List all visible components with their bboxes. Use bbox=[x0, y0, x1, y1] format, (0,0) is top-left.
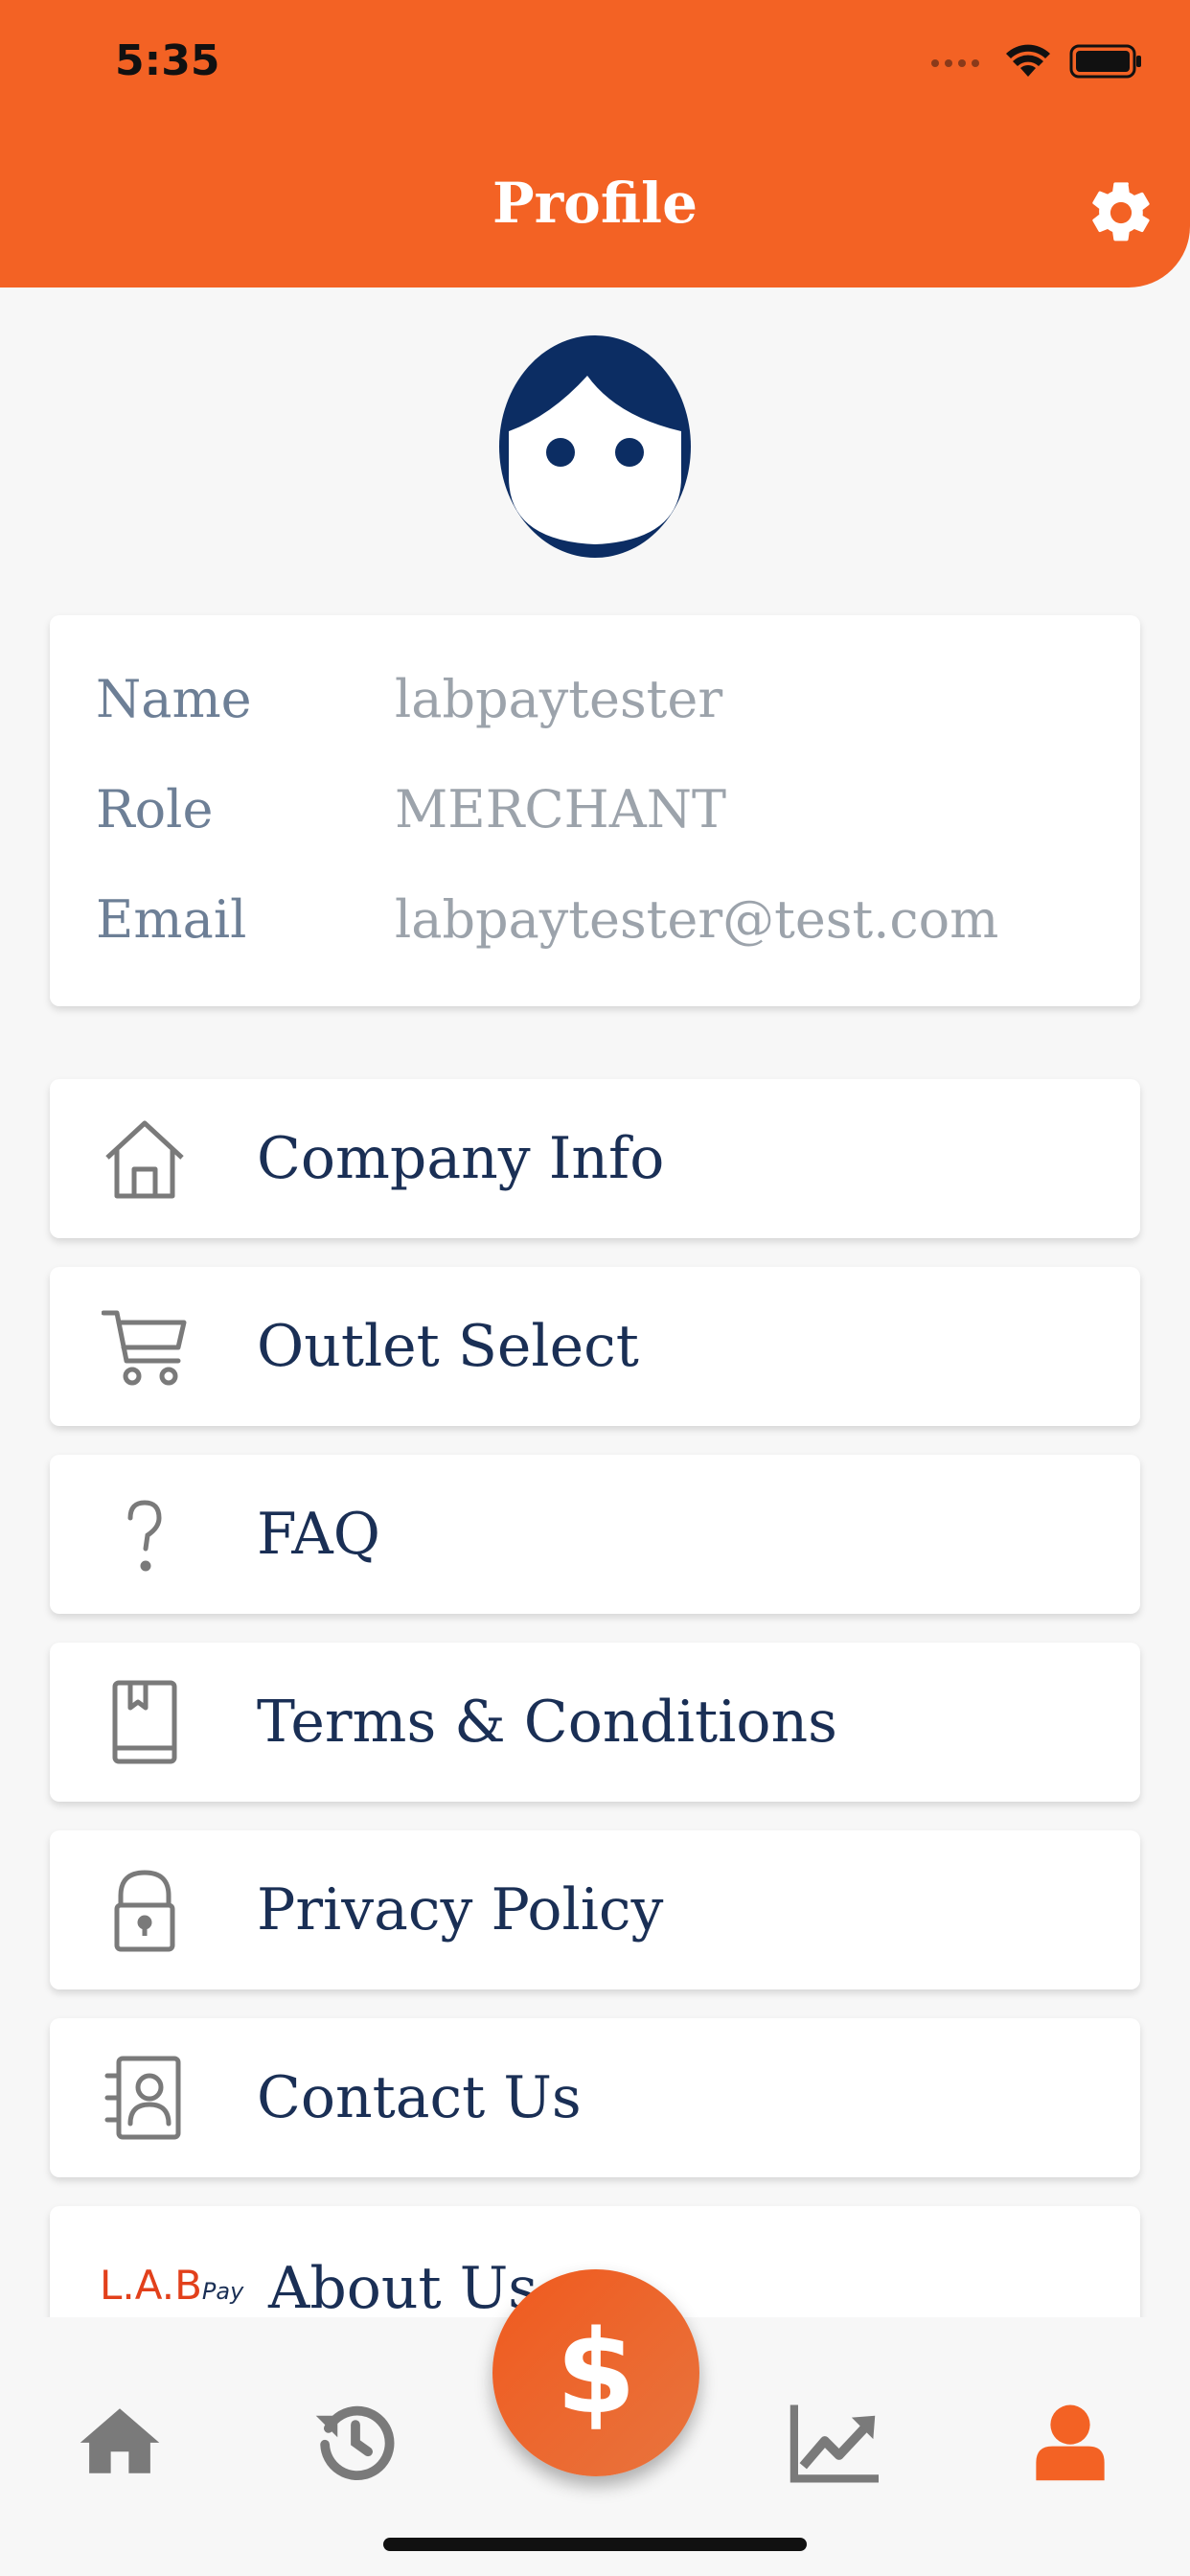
house-icon bbox=[105, 1120, 184, 1199]
home-icon[interactable] bbox=[77, 2398, 163, 2484]
email-value: labpaytester@test.com bbox=[395, 889, 999, 950]
menu-item-contact-us[interactable]: Contact Us bbox=[50, 2018, 1140, 2177]
menu-label-contact-us: Contact Us bbox=[257, 2064, 582, 2131]
name-value: labpaytester bbox=[395, 669, 723, 729]
avatar bbox=[499, 335, 691, 558]
pay-button[interactable]: $ bbox=[492, 2269, 699, 2476]
menu-label-faq: FAQ bbox=[257, 1501, 380, 1568]
role-value: MERCHANT bbox=[395, 779, 727, 840]
menu-label-terms-conditions: Terms & Conditions bbox=[257, 1689, 837, 1756]
labpay-logo: L.A.BPay bbox=[100, 2262, 244, 2309]
profile-icon[interactable] bbox=[1027, 2398, 1113, 2484]
role-label: Role bbox=[96, 779, 214, 840]
history-icon[interactable] bbox=[312, 2398, 399, 2484]
header-bar: 5:35 Profile bbox=[0, 0, 1190, 288]
battery-icon bbox=[1069, 44, 1141, 79]
contact-card-icon bbox=[104, 2056, 181, 2140]
book-icon bbox=[112, 1680, 177, 1764]
profile-info-card: Name labpaytester Role MERCHANT Email la… bbox=[50, 615, 1140, 1006]
settings-gear-icon[interactable] bbox=[1085, 176, 1157, 249]
menu-label-outlet-select: Outlet Select bbox=[257, 1313, 639, 1380]
menu-label-privacy-policy: Privacy Policy bbox=[257, 1876, 664, 1944]
menu-item-faq[interactable]: FAQ bbox=[50, 1455, 1140, 1614]
home-indicator bbox=[383, 2538, 807, 2551]
signal-icon bbox=[931, 59, 979, 67]
menu-item-company-info[interactable]: Company Info bbox=[50, 1079, 1140, 1238]
status-time: 5:35 bbox=[115, 36, 220, 85]
chart-icon[interactable] bbox=[788, 2398, 883, 2484]
status-icons bbox=[929, 42, 1144, 80]
menu-label-about-us: About Us bbox=[268, 2255, 538, 2322]
question-icon bbox=[127, 1500, 162, 1572]
lock-icon bbox=[114, 1870, 175, 1952]
cart-icon bbox=[102, 1310, 187, 1386]
wifi-icon bbox=[1006, 44, 1050, 77]
page-title: Profile bbox=[492, 171, 698, 236]
name-label: Name bbox=[96, 669, 252, 729]
menu-label-company-info: Company Info bbox=[257, 1125, 665, 1192]
menu-item-terms-conditions[interactable]: Terms & Conditions bbox=[50, 1643, 1140, 1802]
email-label: Email bbox=[96, 889, 247, 950]
dollar-icon: $ bbox=[556, 2306, 636, 2440]
menu-item-privacy-policy[interactable]: Privacy Policy bbox=[50, 1830, 1140, 1990]
menu-item-outlet-select[interactable]: Outlet Select bbox=[50, 1267, 1140, 1426]
